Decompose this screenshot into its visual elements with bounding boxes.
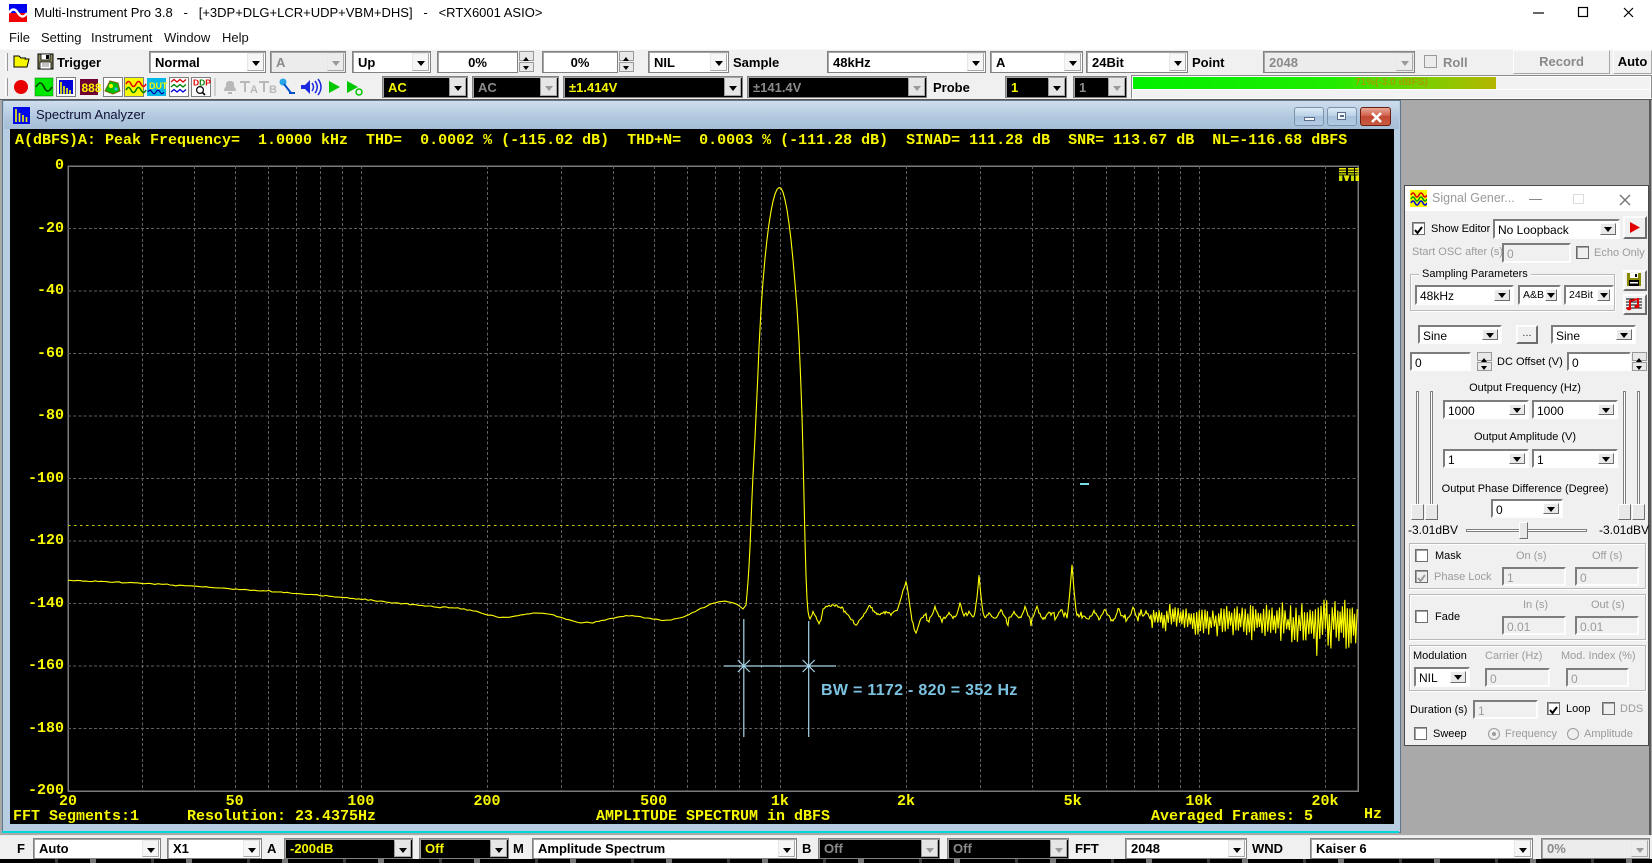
svg-text:888: 888 [82,81,102,95]
svg-text:DUT: DUT [149,81,168,91]
svg-text:DDP: DDP [193,78,211,88]
svg-text:B: B [269,84,277,96]
svg-text:A: A [250,84,258,96]
